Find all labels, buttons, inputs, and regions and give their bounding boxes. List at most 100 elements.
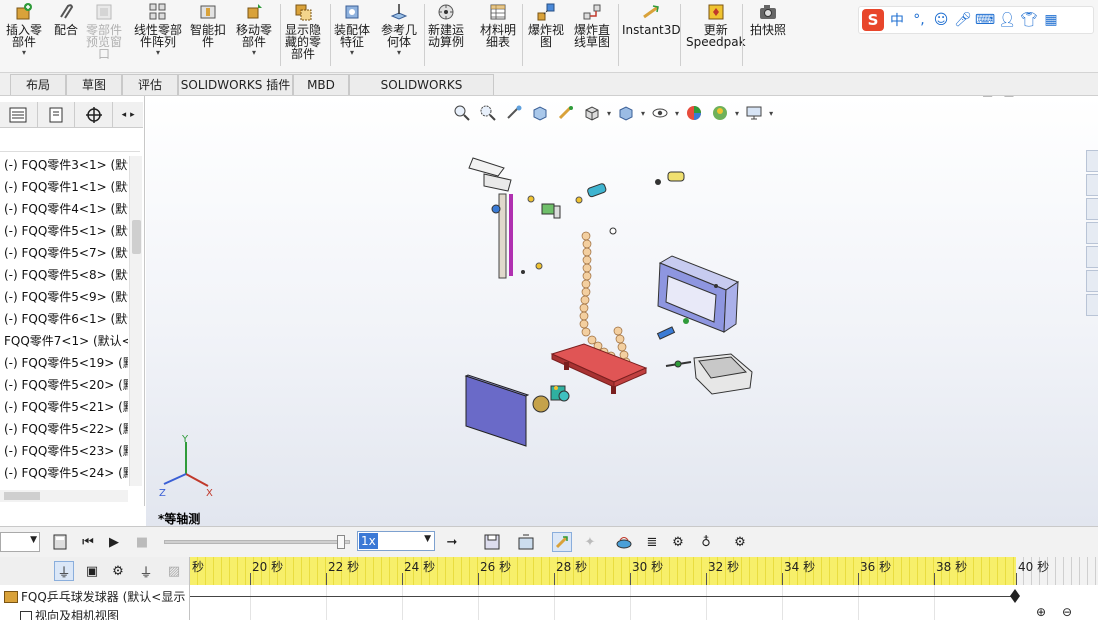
ime-mode-toggle[interactable]: 中 — [888, 11, 906, 29]
home-tab[interactable] — [1086, 150, 1098, 172]
tree-item[interactable]: (-) FQQ零件5<8> (默认 — [4, 264, 128, 286]
design-library-tab[interactable] — [1086, 198, 1098, 220]
tree-item[interactable]: (-) FQQ零件5<7> (默认 — [4, 242, 128, 264]
file-explorer-tab[interactable] — [1086, 222, 1098, 244]
contact-button[interactable]: ⚙︎ — [668, 532, 688, 552]
tree-item[interactable]: (-) FQQ零件5<22> (默 — [4, 418, 128, 440]
calculate-button[interactable] — [50, 532, 70, 552]
custom-properties-tab[interactable] — [1086, 294, 1098, 316]
move-component-button[interactable]: 移动零 部件 ▾ — [236, 2, 272, 57]
chevron-down-icon[interactable]: ▾ — [252, 49, 256, 57]
filter-driving-button[interactable]: ▣ — [82, 561, 102, 581]
stop-button[interactable]: ■ — [132, 532, 152, 552]
tab-layout[interactable]: 布局 — [10, 74, 66, 95]
autokey-button[interactable] — [552, 532, 572, 552]
keyboard-icon[interactable]: ⌨ — [975, 11, 995, 29]
timeline-ruler[interactable]: 秒 20 秒 22 秒 24 秒 26 秒 28 秒 30 秒 32 秒 34 … — [190, 557, 1098, 585]
zoom-timeline-button[interactable]: ▨ — [164, 561, 184, 581]
exploded-view-button[interactable]: 爆炸视 图 — [528, 2, 564, 48]
resources-tab[interactable] — [1086, 174, 1098, 196]
emoji-icon[interactable]: ☺ — [932, 11, 950, 29]
gravity-button[interactable]: ♁ — [696, 532, 716, 552]
instant3d-button[interactable]: Instant3D — [622, 2, 681, 36]
chevron-down-icon[interactable]: ▼ — [424, 534, 431, 544]
add-key-button[interactable]: ✦ — [580, 532, 600, 552]
assembly-model[interactable] — [146, 96, 1098, 526]
assembly-features-button[interactable]: 装配体 特征 ▾ — [334, 2, 370, 57]
zoom-in-icon[interactable]: ⊕ — [1036, 605, 1046, 619]
mate-button[interactable]: 配合 — [54, 2, 78, 36]
housing-box-part[interactable] — [657, 255, 740, 333]
smart-fasteners-button[interactable]: 智能扣 件 — [190, 2, 226, 48]
vertical-post-part[interactable] — [468, 157, 513, 279]
filter-results-button[interactable]: ⏚ — [136, 561, 156, 581]
chevron-down-icon[interactable]: ▾ — [397, 49, 401, 57]
tree-horizontal-scrollbar[interactable] — [0, 490, 128, 502]
explode-line-sketch-button[interactable]: 爆炸直 线草图 — [574, 2, 610, 48]
motion-tree-root[interactable]: FQQ乒乓球发球器 (默认<显示 — [4, 588, 188, 605]
take-snapshot-button[interactable]: 拍快照 — [750, 2, 786, 36]
key-point[interactable] — [1010, 589, 1020, 603]
tab-solidworks-addins[interactable]: SOLIDWORKS 插件 — [178, 74, 293, 95]
playback-slider[interactable] — [164, 535, 350, 549]
tree-filter[interactable] — [0, 130, 140, 152]
scrollbar-thumb[interactable] — [132, 220, 141, 254]
view-palette-tab[interactable] — [1086, 246, 1098, 268]
chevron-down-icon[interactable]: ▼ — [30, 535, 37, 545]
study-type-select[interactable]: ▼ — [0, 532, 40, 552]
filter-animated-button[interactable]: ⏚ — [54, 561, 74, 581]
microphone-icon[interactable]: 🎤︎ — [954, 11, 972, 29]
ime-punctuation-toggle[interactable]: °, — [910, 11, 928, 29]
configuration-manager-tab[interactable] — [75, 102, 114, 128]
show-hidden-components-button[interactable]: 显示隐 藏的零 部件 — [285, 2, 321, 60]
reference-geometry-button[interactable]: 参考几 何体 ▾ — [381, 2, 417, 57]
appearances-tab[interactable] — [1086, 270, 1098, 292]
tree-item[interactable]: (-) FQQ零件5<19> (默 — [4, 352, 128, 374]
skin-icon[interactable]: 👕︎ — [1020, 11, 1038, 29]
timeline-grid[interactable]: ⊕ ⊖ — [190, 585, 1098, 620]
tree-item[interactable]: (-) FQQ零件5<23> (默 — [4, 440, 128, 462]
graphics-area[interactable]: ▾ ▾ ▾ ▾ ▾ ◧ ◨ — ❐ ✕ — [146, 96, 1098, 526]
tab-solidworks-inspection[interactable]: SOLIDWORKS Inspection — [349, 74, 494, 112]
filter-selected-button[interactable]: ⚙ — [108, 561, 128, 581]
small-parts-top[interactable] — [521, 171, 685, 274]
user-icon[interactable]: 👤︎ — [998, 11, 1016, 29]
playback-mode-button[interactable]: ➞ — [442, 532, 462, 552]
tree-item[interactable]: (-) FQQ零件5<1> (默认 — [4, 220, 128, 242]
ime-logo[interactable]: S — [862, 9, 884, 31]
feature-tree-tab[interactable] — [0, 102, 38, 128]
tree-item[interactable]: (-) FQQ零件4<1> (默认 — [4, 198, 128, 220]
side-panel-part[interactable] — [464, 374, 530, 447]
play-button[interactable]: ▶ — [104, 532, 124, 552]
chevron-down-icon[interactable]: ▾ — [350, 49, 354, 57]
linear-pattern-button[interactable]: 线性零部 件阵列 ▾ — [134, 2, 182, 57]
zoom-out-icon[interactable]: ⊖ — [1062, 605, 1072, 619]
tree-item[interactable]: (-) FQQ零件1<1> (默认 — [4, 176, 128, 198]
base-plate-part[interactable] — [550, 343, 648, 394]
chevron-down-icon[interactable]: ▾ — [22, 49, 26, 57]
ball-tray-part[interactable] — [656, 318, 753, 395]
tree-item[interactable]: (-) FQQ零件5<21> (默 — [4, 396, 128, 418]
slider-handle[interactable] — [337, 535, 345, 549]
save-animation-button[interactable] — [482, 532, 502, 552]
motion-study-properties-button[interactable]: ⚙ — [730, 532, 750, 552]
grid-menu-icon[interactable]: ▦ — [1042, 11, 1060, 29]
tab-sketch[interactable]: 草图 — [66, 74, 122, 95]
scrollbar-thumb[interactable] — [4, 492, 40, 500]
insert-component-button[interactable]: 插入零 部件 ▾ — [6, 2, 42, 57]
tab-evaluate[interactable]: 评估 — [122, 74, 178, 95]
spring-button[interactable]: ≣ — [642, 532, 662, 552]
chevron-left-icon[interactable]: ◂ — [122, 110, 127, 120]
chevron-right-icon[interactable]: ▸ — [130, 110, 135, 120]
tree-item[interactable]: FQQ零件7<1> (默认< — [4, 330, 128, 352]
motor-button[interactable] — [614, 532, 634, 552]
tree-item[interactable]: (-) FQQ零件5<24> (默 — [4, 462, 128, 484]
panel-scroll-arrows[interactable]: ◂ ▸ — [113, 102, 143, 128]
tree-item[interactable]: (-) FQQ零件5<20> (默 — [4, 374, 128, 396]
motion-tree-item[interactable]: 视向及相机视图 — [20, 607, 204, 620]
tree-item[interactable]: (-) FQQ零件3<1> (默认 — [4, 154, 128, 176]
bill-of-materials-button[interactable]: 材料明 细表 — [480, 2, 516, 48]
play-from-start-button[interactable]: ⏮ — [78, 532, 98, 552]
tree-vertical-scrollbar[interactable] — [129, 156, 142, 486]
update-speedpak-button[interactable]: 更新 Speedpak — [686, 2, 746, 48]
